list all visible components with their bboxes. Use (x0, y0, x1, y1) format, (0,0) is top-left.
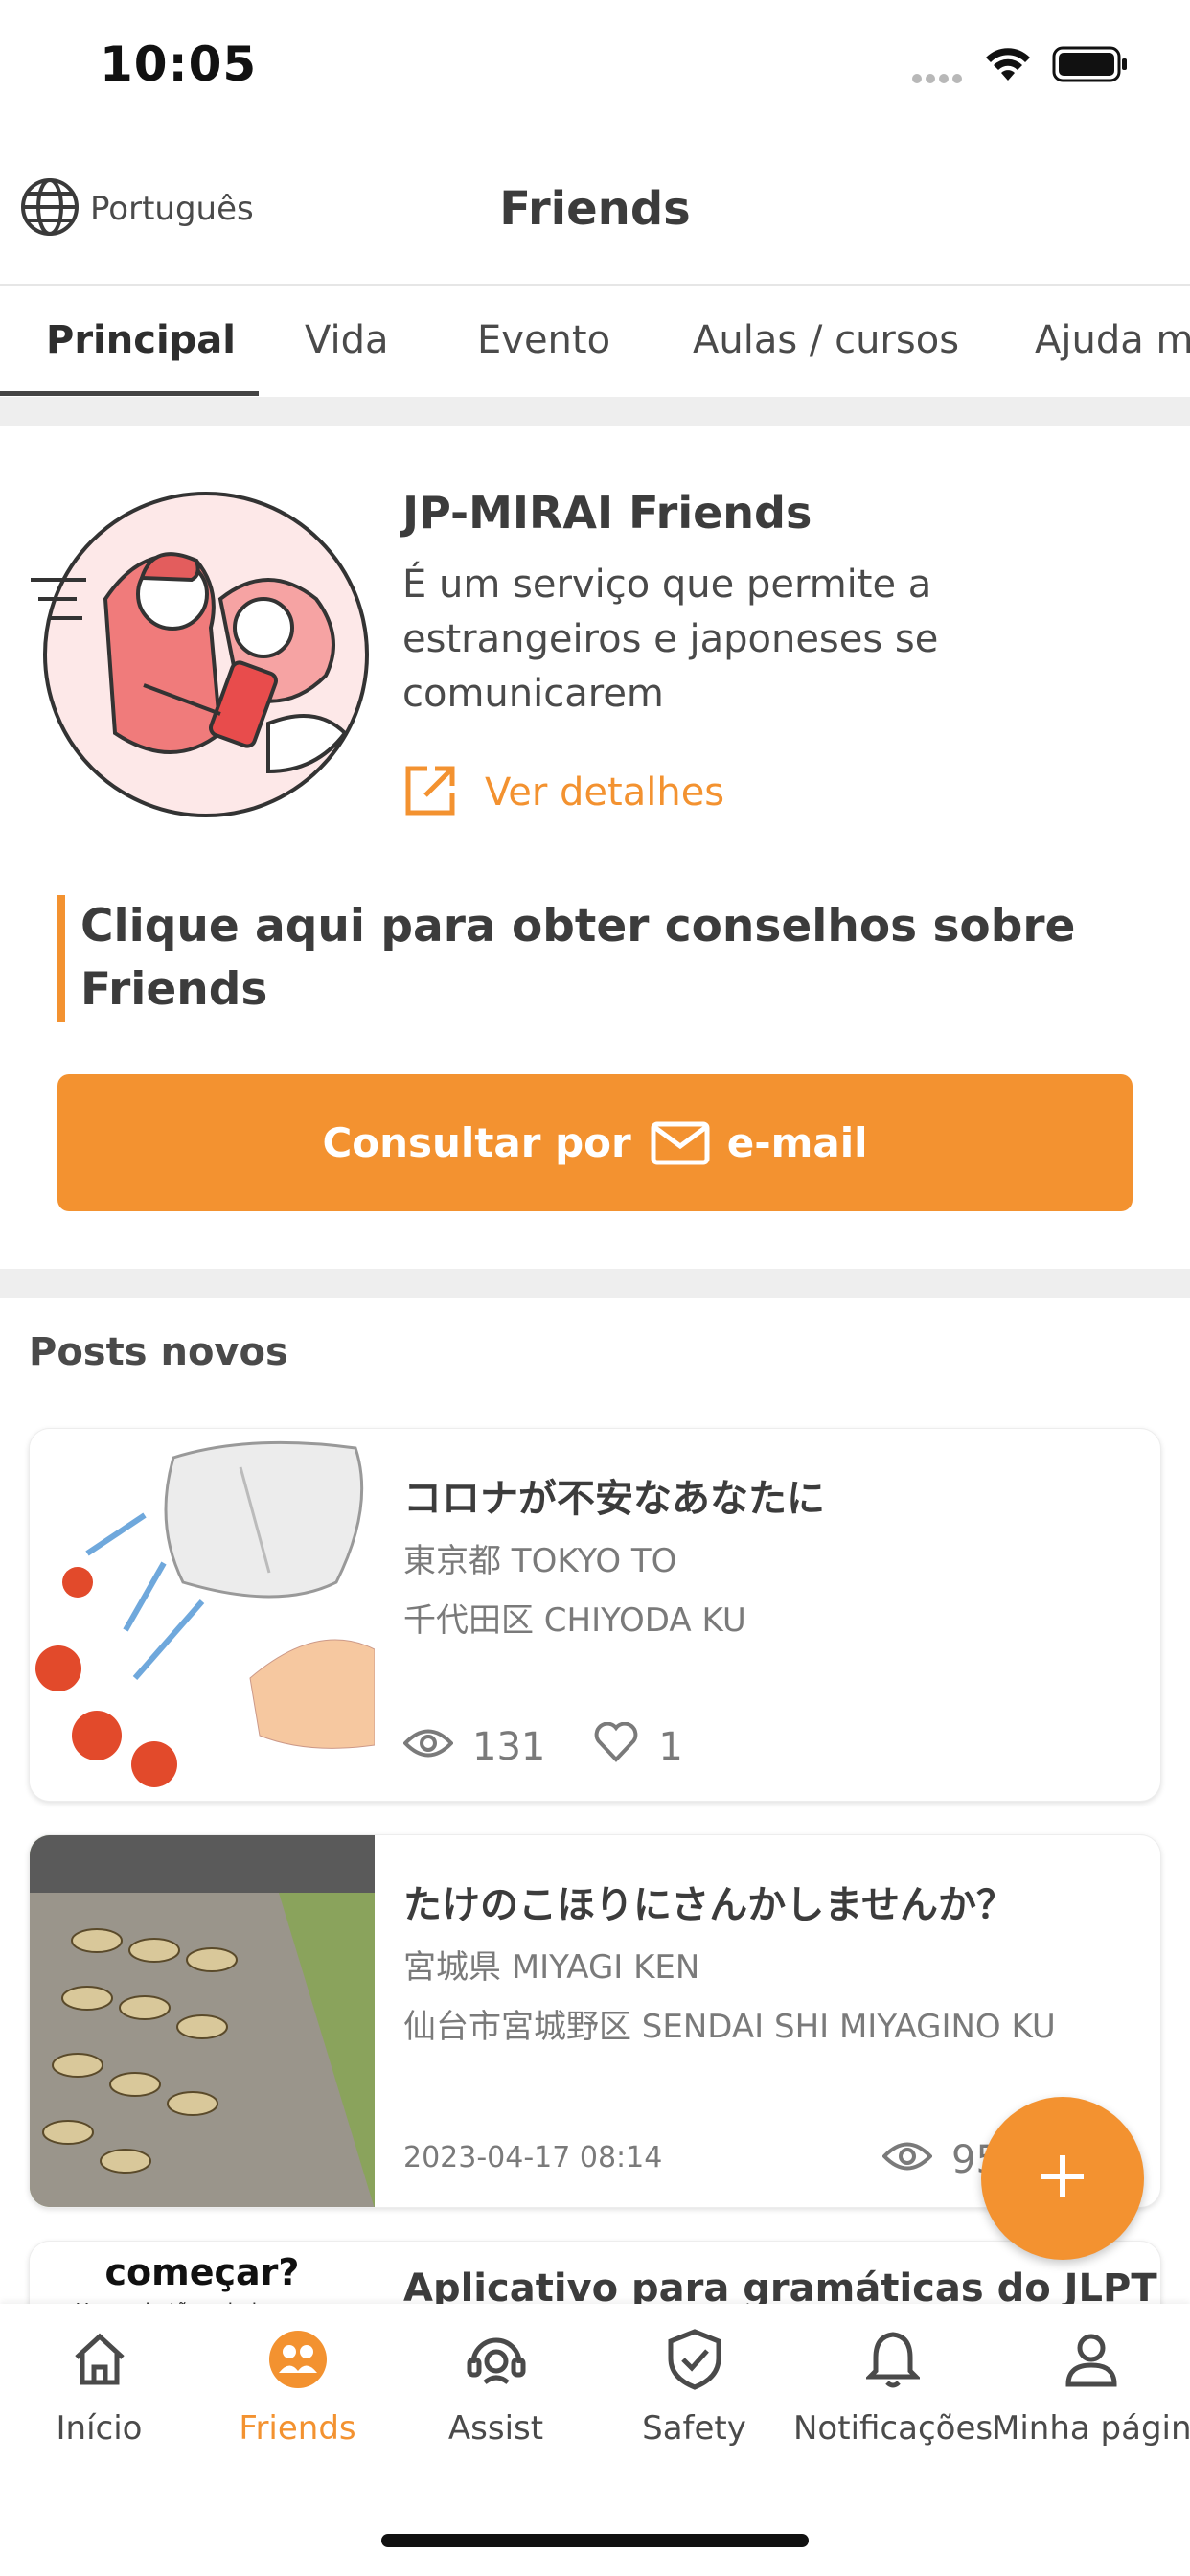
consult-suffix: e-mail (726, 1119, 868, 1166)
shield-check-icon (595, 2323, 793, 2396)
active-tab-indicator (0, 391, 259, 396)
post-prefecture: 宮城県 MIYAGI KEN (403, 1948, 700, 1987)
details-link[interactable]: Ver detalhes (402, 763, 724, 822)
thumb-heading: começar? (104, 2251, 300, 2293)
post-title: たけのこほりにさんかしませんか？ (403, 1883, 1015, 1927)
battery-icon (1052, 46, 1129, 86)
tab-evento[interactable]: Evento (477, 288, 610, 397)
friends-illustration (29, 484, 374, 819)
nav-label: Minha página (992, 2409, 1190, 2448)
app-header: Português Friends (0, 144, 1190, 286)
post-title: コロナが不安なあなたに (403, 1477, 825, 1521)
external-link-icon (402, 763, 458, 822)
post-city: 仙台市宮城野区 SENDAI SHI MIYAGINO KU (403, 2008, 1056, 2046)
nav-label: Assist (447, 2409, 544, 2448)
nav-notificacoes[interactable]: Notificações (793, 2323, 994, 2448)
nav-label: Notificações (793, 2409, 994, 2448)
post-likes: 1 (658, 1725, 683, 1769)
mail-icon (651, 1121, 710, 1165)
nav-minha-pagina[interactable]: Minha página (992, 2323, 1190, 2448)
posts-section-title: Posts novos (29, 1330, 288, 1374)
create-post-button[interactable] (981, 2097, 1144, 2260)
nav-label: Início (56, 2409, 143, 2448)
nav-inicio[interactable]: Início (0, 2323, 198, 2448)
friends-icon (198, 2323, 397, 2396)
post-city: 千代田区 CHIYODA KU (403, 1601, 746, 1640)
nav-friends[interactable]: Friends (198, 2323, 397, 2448)
heart-icon[interactable] (593, 1721, 639, 1772)
advice-heading[interactable]: Clique aqui para obter conselhos sobre F… (57, 895, 1140, 1022)
intro-title: JP-MIRAI Friends (402, 487, 812, 539)
tab-ajuda[interactable]: Ajuda mu (1035, 288, 1190, 397)
post-thumbnail (30, 1429, 376, 1801)
consult-email-button[interactable]: Consultar por e-mail (57, 1074, 1133, 1211)
assist-icon (397, 2323, 595, 2396)
status-time: 10:05 (100, 36, 258, 92)
eye-icon (402, 1725, 454, 1769)
tab-principal[interactable]: Principal (46, 288, 236, 397)
post-thumbnail (30, 1835, 375, 2207)
details-link-label: Ver detalhes (485, 770, 725, 815)
post-stats: 131 1 (402, 1721, 731, 1772)
divider (0, 397, 1190, 426)
post-views: 131 (472, 1725, 546, 1769)
bell-icon (793, 2323, 992, 2396)
divider (0, 1269, 1190, 1298)
page-title: Friends (499, 182, 691, 236)
home-indicator[interactable] (381, 2534, 809, 2547)
user-icon (992, 2323, 1190, 2396)
tab-vida[interactable]: Vida (305, 288, 389, 397)
wifi-icon (983, 44, 1033, 86)
plus-icon (1039, 2152, 1087, 2204)
home-icon (0, 2323, 198, 2396)
nav-safety[interactable]: Safety (595, 2323, 793, 2448)
tab-aulas-cursos[interactable]: Aulas / cursos (693, 288, 959, 397)
post-card[interactable]: コロナが不安なあなたに 東京都 TOKYO TO 千代田区 CHIYODA KU… (29, 1428, 1161, 1802)
post-date: 2023-04-17 08:14 (403, 2141, 663, 2174)
intro-description: É um serviço que permite a estrangeiros … (402, 563, 939, 716)
nav-label: Safety (642, 2409, 746, 2448)
status-bar: 10:05 (0, 0, 1190, 125)
eye-icon (881, 2138, 933, 2182)
nav-assist[interactable]: Assist (397, 2323, 595, 2448)
signal-icon (912, 69, 970, 83)
post-prefecture: 東京都 TOKYO TO (403, 1542, 677, 1580)
consult-prefix: Consultar por (322, 1119, 631, 1166)
category-tabs: Principal Vida Evento Aulas / cursos Aju… (0, 288, 1190, 397)
nav-label: Friends (239, 2409, 356, 2448)
